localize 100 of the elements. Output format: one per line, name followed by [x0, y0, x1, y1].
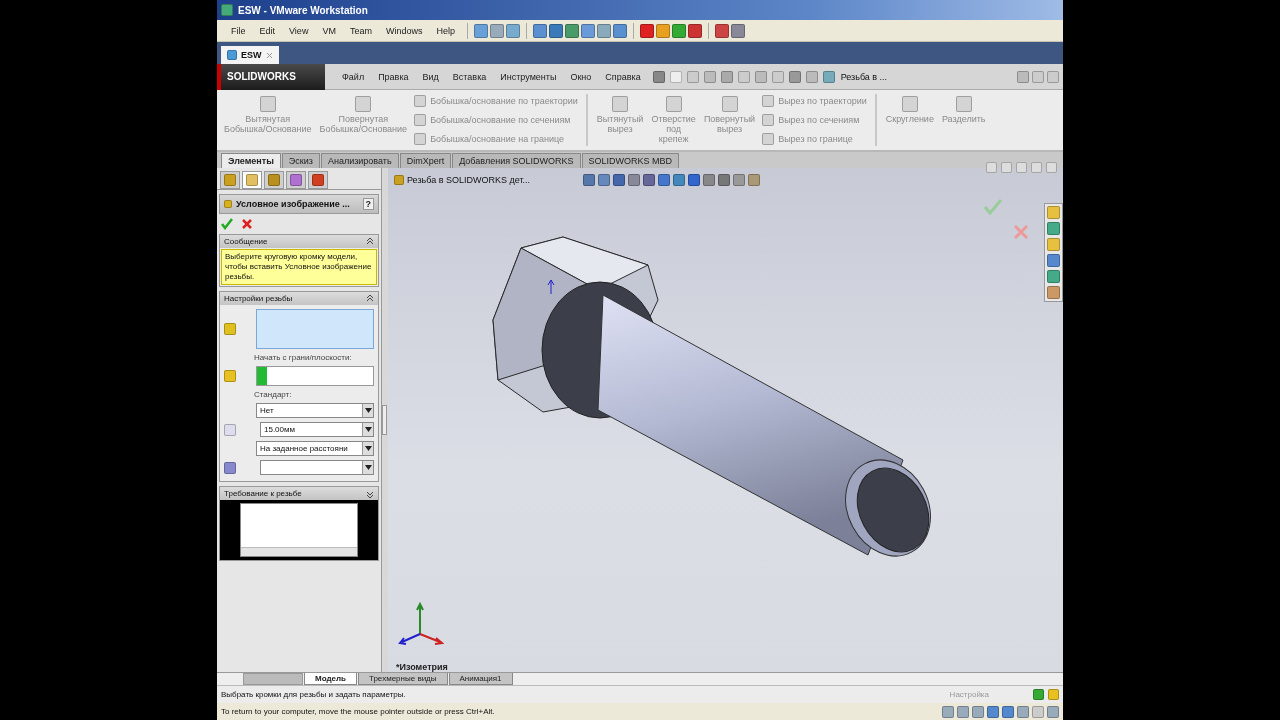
task-pane-icon[interactable] — [1047, 254, 1060, 267]
view-tool-icon[interactable] — [733, 174, 746, 186]
view-tool-icon[interactable] — [718, 174, 731, 186]
device-icon[interactable] — [972, 705, 984, 718]
toolbar-icon[interactable] — [714, 23, 729, 38]
toolbar-icon[interactable] — [596, 23, 611, 38]
view-tool-icon[interactable] — [748, 174, 761, 186]
toolbar-icon[interactable] — [720, 70, 733, 83]
tab[interactable]: Добавления SOLIDWORKS — [452, 153, 581, 168]
window-control-icon[interactable] — [986, 162, 997, 173]
toolbar-icon[interactable] — [671, 23, 686, 38]
view-tool-icon[interactable] — [583, 174, 596, 186]
collapse-icon[interactable] — [366, 237, 374, 246]
view-tool-icon[interactable] — [673, 174, 686, 186]
window-control-icon[interactable] — [1001, 162, 1012, 173]
view-tool-icon[interactable] — [628, 174, 641, 186]
task-pane-icon[interactable] — [1047, 238, 1060, 251]
menu-item[interactable]: Файл — [335, 71, 372, 82]
tab[interactable]: SOLIDWORKS MBD — [581, 153, 680, 168]
toolbar-icon[interactable] — [548, 23, 563, 38]
panel-tab[interactable] — [286, 171, 306, 189]
menu-item[interactable]: Инструменты — [493, 71, 564, 82]
view-tool-icon[interactable] — [598, 174, 611, 186]
menu-item[interactable]: VM — [316, 23, 342, 38]
end-condition-select[interactable]: На заданное расстояни — [256, 441, 374, 456]
tab[interactable]: Анализировать — [320, 153, 399, 168]
diameter-field[interactable]: 15.00мм — [260, 422, 374, 437]
depth-field[interactable] — [260, 460, 374, 475]
requirement-list[interactable] — [240, 503, 358, 557]
menu-item[interactable]: Windows — [379, 23, 429, 38]
toolbar-icon[interactable] — [730, 23, 745, 38]
menu-item[interactable]: Team — [343, 23, 378, 38]
ok-icon[interactable] — [221, 218, 233, 230]
scrollbar[interactable] — [241, 547, 357, 556]
status-icon[interactable] — [1048, 689, 1059, 700]
menu-item[interactable]: Edit — [253, 23, 282, 38]
view-tool-icon[interactable] — [703, 174, 716, 186]
window-control-icon[interactable] — [1046, 162, 1057, 173]
panel-tab[interactable] — [242, 171, 262, 189]
toolbar-icon[interactable] — [655, 23, 670, 38]
view-tool-icon[interactable] — [643, 174, 656, 186]
tab[interactable]: Трехмерные виды — [358, 673, 448, 685]
task-pane-icon[interactable] — [1047, 206, 1060, 219]
view-tool-icon[interactable] — [688, 174, 701, 186]
tab[interactable]: Элементы — [221, 153, 281, 168]
toolbar-icon[interactable] — [489, 23, 504, 38]
toolbar-icon[interactable] — [687, 23, 702, 38]
device-icon[interactable] — [942, 705, 954, 718]
menu-item[interactable]: View — [283, 23, 315, 38]
menu-item[interactable]: File — [225, 23, 252, 38]
toolbar-icon[interactable] — [473, 23, 488, 38]
tab[interactable]: Модель — [304, 673, 357, 685]
status-icon[interactable] — [1033, 689, 1044, 700]
toolbar-icon[interactable] — [564, 23, 579, 38]
group-title: Настройки резьбы — [224, 294, 293, 303]
toolbar-icon[interactable] — [652, 70, 665, 83]
toolbar-icon[interactable] — [505, 23, 520, 38]
task-pane-icon[interactable] — [1047, 286, 1060, 299]
toolbar-icon[interactable] — [532, 23, 547, 38]
task-pane-icon[interactable] — [1047, 222, 1060, 235]
view-tool-icon[interactable] — [658, 174, 671, 186]
device-icon[interactable] — [1047, 705, 1059, 718]
breadcrumb[interactable]: Резьба в SOLIDWORKS дет... — [407, 175, 531, 185]
menu-item[interactable]: Вставка — [445, 71, 494, 82]
tab[interactable]: DimXpert — [399, 153, 452, 168]
device-icon[interactable] — [957, 705, 969, 718]
menu-item[interactable]: Правка — [371, 71, 416, 82]
panel-tab[interactable] — [220, 171, 240, 189]
device-icon[interactable] — [987, 705, 999, 718]
toolbar-icon[interactable] — [788, 70, 801, 83]
window-control-icon[interactable] — [1016, 162, 1027, 173]
collapse-icon[interactable] — [366, 294, 374, 303]
selection-field[interactable] — [256, 309, 374, 349]
panel-tab[interactable] — [308, 171, 328, 189]
close-icon[interactable] — [265, 51, 273, 59]
device-icon[interactable] — [1002, 705, 1014, 718]
tab[interactable]: Анимация1 — [448, 673, 513, 685]
menu-item[interactable]: Вид — [415, 71, 446, 82]
splitter-handle[interactable] — [382, 405, 387, 435]
menu-item[interactable]: Help — [430, 23, 461, 38]
device-icon[interactable] — [1032, 705, 1044, 718]
cancel-icon[interactable] — [241, 218, 253, 230]
menu-item[interactable]: Окно — [563, 71, 599, 82]
toolbar-icon[interactable] — [822, 70, 835, 83]
device-icon[interactable] — [1017, 705, 1029, 718]
help-button[interactable]: ? — [362, 198, 374, 210]
toolbar-icon[interactable] — [639, 23, 654, 38]
vm-tab[interactable]: ESW — [221, 46, 279, 64]
panel-tab[interactable] — [264, 171, 284, 189]
window-control-icon[interactable] — [1031, 162, 1042, 173]
expand-icon[interactable] — [366, 489, 374, 498]
toolbar-icon[interactable] — [612, 23, 627, 38]
tab[interactable]: Эскиз — [281, 153, 320, 168]
caret-icon — [364, 446, 372, 451]
selection-field[interactable] — [256, 366, 374, 386]
task-pane-icon[interactable] — [1047, 270, 1060, 283]
standard-select[interactable]: Нет — [256, 403, 374, 418]
view-tool-icon[interactable] — [613, 174, 626, 186]
menu-item[interactable]: Справка — [598, 71, 648, 82]
toolbar-icon[interactable] — [580, 23, 595, 38]
